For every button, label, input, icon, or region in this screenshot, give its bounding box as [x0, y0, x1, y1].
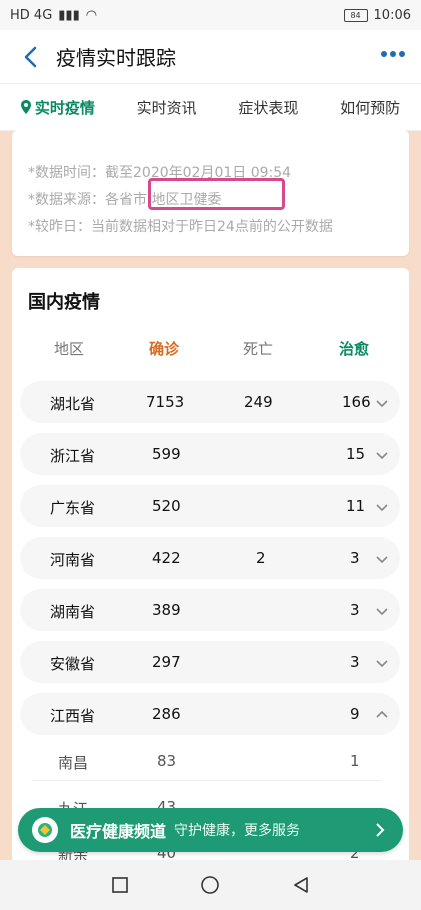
chevron-down-icon[interactable]	[374, 603, 390, 619]
province-row-guangdong[interactable]: 广东省 520 11	[20, 485, 400, 527]
dot-icon	[381, 51, 387, 57]
cell-region: 广东省	[50, 499, 96, 517]
location-pin-icon	[20, 100, 31, 114]
header-confirmed: 确诊	[149, 340, 180, 358]
tab-label: 实时资讯	[136, 98, 197, 117]
cell-cured: 166	[342, 393, 371, 411]
cell-confirmed: 286	[152, 705, 181, 723]
cell-confirmed: 7153	[146, 393, 185, 411]
province-row-hunan[interactable]: 湖南省 389 3	[20, 589, 400, 631]
health-logo-icon	[32, 817, 58, 843]
chevron-down-icon[interactable]	[374, 447, 390, 463]
cell-cured: 3	[350, 653, 360, 671]
chevron-up-icon[interactable]	[374, 707, 390, 723]
province-row-jiangxi[interactable]: 江西省 286 9	[20, 693, 400, 735]
cell-confirmed: 599	[152, 445, 181, 463]
domestic-epidemic-card: 国内疫情 地区 确诊 死亡 治愈 湖北省 7153 249 166 浙江省 59…	[12, 268, 409, 868]
page-title: 疫情实时跟踪	[56, 46, 176, 70]
chevron-down-icon[interactable]	[374, 499, 390, 515]
cell-cured: 3	[350, 601, 360, 619]
divider	[32, 780, 382, 781]
banner-title: 医疗健康频道	[70, 822, 167, 841]
battery-icon: 84	[343, 8, 368, 22]
status-left: HD 4G ▮▮▮ ◠	[10, 8, 97, 23]
cell-cured: 3	[350, 549, 360, 567]
cell-cured: 9	[350, 705, 360, 723]
chevron-down-icon[interactable]	[374, 551, 390, 567]
cell-confirmed: 297	[152, 653, 181, 671]
header-deaths: 死亡	[243, 340, 274, 358]
cell-region: 湖北省	[50, 395, 96, 413]
city-row-nanchang: 南昌 83 1	[20, 740, 400, 782]
status-right: 84 10:06	[343, 7, 411, 23]
province-row-henan[interactable]: 河南省 422 2 3	[20, 537, 400, 579]
cell-confirmed: 83	[157, 752, 177, 770]
app-header: 疫情实时跟踪	[0, 30, 421, 84]
banner-subtitle: 守护健康，更多服务	[174, 823, 301, 839]
chevron-left-icon	[24, 46, 37, 67]
cell-region: 河南省	[50, 551, 96, 569]
back-nav-icon[interactable]	[291, 875, 311, 895]
data-compare-line: *较昨日：当前数据相对于昨日24点前的公开数据	[28, 219, 333, 235]
cell-region: 江西省	[50, 707, 96, 725]
chevron-right-icon	[376, 823, 385, 837]
cell-deaths: 2	[256, 549, 266, 567]
section-title: 国内疫情	[28, 292, 100, 313]
cell-confirmed: 520	[152, 497, 181, 515]
tab-realtime-news[interactable]: 实时资讯	[135, 89, 199, 126]
cell-cured: 1	[350, 752, 360, 770]
cell-cured: 15	[346, 445, 366, 463]
status-bar: HD 4G ▮▮▮ ◠ 84 10:06	[0, 0, 421, 30]
cell-region: 浙江省	[50, 447, 96, 465]
dot-icon	[390, 51, 396, 57]
clock: 10:06	[373, 7, 411, 23]
province-row-anhui[interactable]: 安徽省 297 3	[20, 641, 400, 683]
cell-deaths: 249	[244, 393, 273, 411]
cell-confirmed: 422	[152, 549, 181, 567]
signal-icon: ▮▮▮	[58, 7, 80, 23]
back-button[interactable]	[10, 37, 50, 77]
highlight-annotation	[148, 178, 285, 210]
health-channel-banner[interactable]: 医疗健康频道 守护健康，更多服务	[18, 808, 403, 852]
wifi-icon: ◠	[85, 7, 98, 23]
network-label: HD 4G	[10, 7, 53, 23]
battery-level: 84	[350, 10, 361, 20]
chevron-down-icon[interactable]	[374, 655, 390, 671]
header-cured: 治愈	[339, 340, 370, 358]
tab-prevention[interactable]: 如何预防	[338, 89, 402, 126]
cell-region: 安徽省	[50, 655, 96, 673]
header-region: 地区	[54, 340, 85, 358]
province-row-zhejiang[interactable]: 浙江省 599 15	[20, 433, 400, 475]
recent-apps-icon[interactable]	[111, 876, 129, 894]
province-row-hubei[interactable]: 湖北省 7153 249 166	[20, 381, 400, 423]
dot-icon	[399, 51, 405, 57]
more-menu-button[interactable]	[381, 48, 407, 60]
home-icon[interactable]	[199, 874, 221, 896]
cell-cured: 11	[346, 497, 366, 515]
cell-region: 南昌	[58, 754, 89, 772]
tab-symptoms[interactable]: 症状表现	[236, 89, 300, 126]
tab-label: 如何预防	[340, 98, 401, 117]
system-nav-bar	[0, 860, 421, 910]
cell-region: 湖南省	[50, 603, 96, 621]
cell-confirmed: 389	[152, 601, 181, 619]
tab-bar: 实时疫情 实时资讯 症状表现 如何预防	[0, 84, 421, 131]
chevron-down-icon[interactable]	[374, 395, 390, 411]
tab-realtime-epidemic[interactable]: 实时疫情	[19, 89, 97, 126]
tab-label: 症状表现	[238, 98, 299, 117]
tab-label: 实时疫情	[34, 98, 95, 117]
